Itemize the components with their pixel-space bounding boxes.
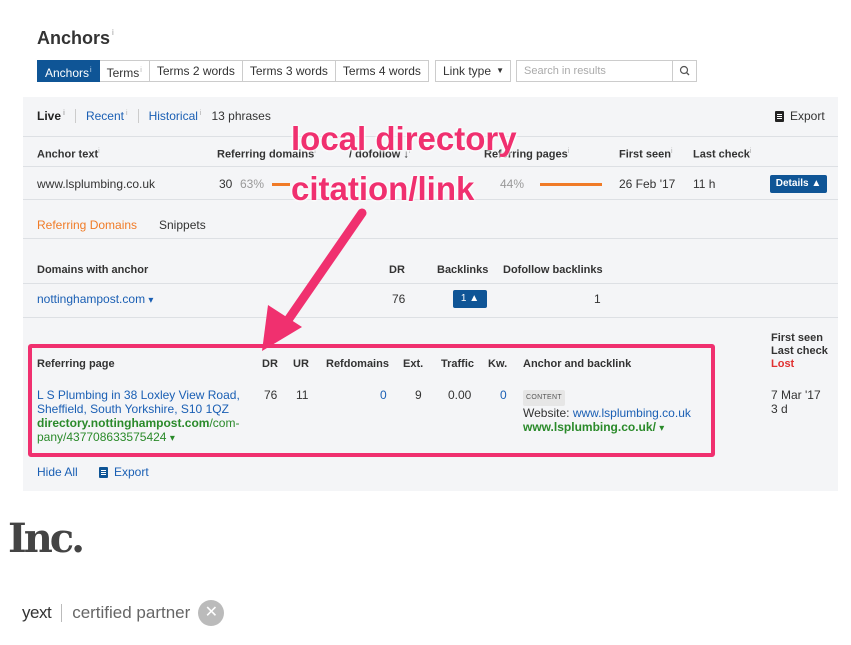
tab-terms[interactable]: Termsi: [99, 60, 150, 82]
divider: [23, 317, 838, 318]
col-domains-with-anchor: Domains with anchor: [37, 264, 149, 276]
first-seen-cell: 26 Feb '17: [619, 177, 676, 191]
caret-down-icon: ▾: [148, 295, 154, 306]
tab-snippets[interactable]: Snippets: [159, 218, 206, 232]
col-backlinks: Backlinks: [437, 264, 489, 276]
col-dr: DR: [389, 264, 405, 276]
col-first-seen-2: First seen: [771, 332, 823, 344]
ref-pages-bar: [540, 183, 602, 186]
mode-recent[interactable]: Recent i: [86, 109, 128, 123]
search-input[interactable]: Search in results: [516, 60, 673, 82]
export-icon: [99, 466, 108, 478]
caret-down-icon: ▼: [496, 66, 504, 75]
highlight-box: [28, 344, 715, 457]
col-last-check-2: Last check: [771, 345, 828, 357]
ref-domains-pct: 63%: [240, 177, 265, 191]
anchor-text-cell: www.lsplumbing.co.uk: [37, 177, 156, 191]
page-title: Anchors i: [37, 28, 114, 48]
export-bottom-button[interactable]: Export: [99, 465, 149, 479]
mode-bar: Live i Recent i Historical i 13 phrases: [37, 109, 271, 123]
dofollow-bar: [272, 183, 290, 186]
lost-label[interactable]: Lost: [771, 358, 794, 370]
col-dofollow-backlinks: Dofollow backlinks: [503, 264, 603, 276]
last-check-cell: 11 h: [693, 177, 716, 191]
divider: [74, 109, 76, 123]
divider: [137, 109, 139, 123]
export-button[interactable]: Export: [775, 109, 825, 123]
ref-domains-count[interactable]: 30: [219, 177, 232, 191]
search-icon: [679, 65, 690, 76]
annotation-arrow: [262, 208, 367, 351]
domain-dr: 76: [392, 292, 406, 306]
page-first-seen: 7 Mar '17: [771, 388, 821, 402]
search-button[interactable]: [672, 60, 697, 82]
domain-link[interactable]: nottinghampost.com ▾: [37, 292, 153, 306]
page-last-check: 3 d: [771, 402, 788, 416]
divider: [23, 238, 838, 239]
tab-terms-2-words[interactable]: Terms 2 words: [149, 60, 243, 82]
tab-terms-4-words[interactable]: Terms 4 words: [335, 60, 429, 82]
hide-all-link[interactable]: Hide All: [37, 465, 78, 479]
info-icon: i: [112, 28, 114, 37]
mode-live[interactable]: Live i: [37, 109, 65, 123]
mode-historical[interactable]: Historical i: [149, 109, 202, 123]
tab-referring-domains[interactable]: Referring Domains: [37, 218, 137, 232]
domain-dofollow: 1: [594, 292, 601, 306]
details-button[interactable]: Details ▲: [770, 175, 827, 193]
divider: [23, 283, 838, 284]
backlinks-toggle-button[interactable]: 1 ▲: [453, 290, 487, 308]
close-badge-icon: ✕: [198, 600, 225, 626]
yext-certified-partner-logo: yext certified partner ✕: [22, 600, 225, 626]
col-first-seen[interactable]: First seeni: [619, 148, 673, 161]
tab-terms-3-words[interactable]: Terms 3 words: [242, 60, 336, 82]
annotation-text: local directory citation/link: [291, 120, 517, 207]
export-icon: [775, 110, 784, 122]
link-type-dropdown[interactable]: Link type ▼: [435, 60, 511, 82]
tab-anchors[interactable]: Anchorsi: [37, 60, 100, 82]
phrases-count: 13 phrases: [211, 109, 271, 123]
inc-logo: Inc.: [8, 515, 85, 562]
tab-bar: Anchorsi Termsi Terms 2 words Terms 3 wo…: [37, 60, 429, 82]
col-last-check[interactable]: Last checki: [693, 148, 751, 161]
col-anchor-text[interactable]: Anchor texti: [37, 148, 100, 161]
